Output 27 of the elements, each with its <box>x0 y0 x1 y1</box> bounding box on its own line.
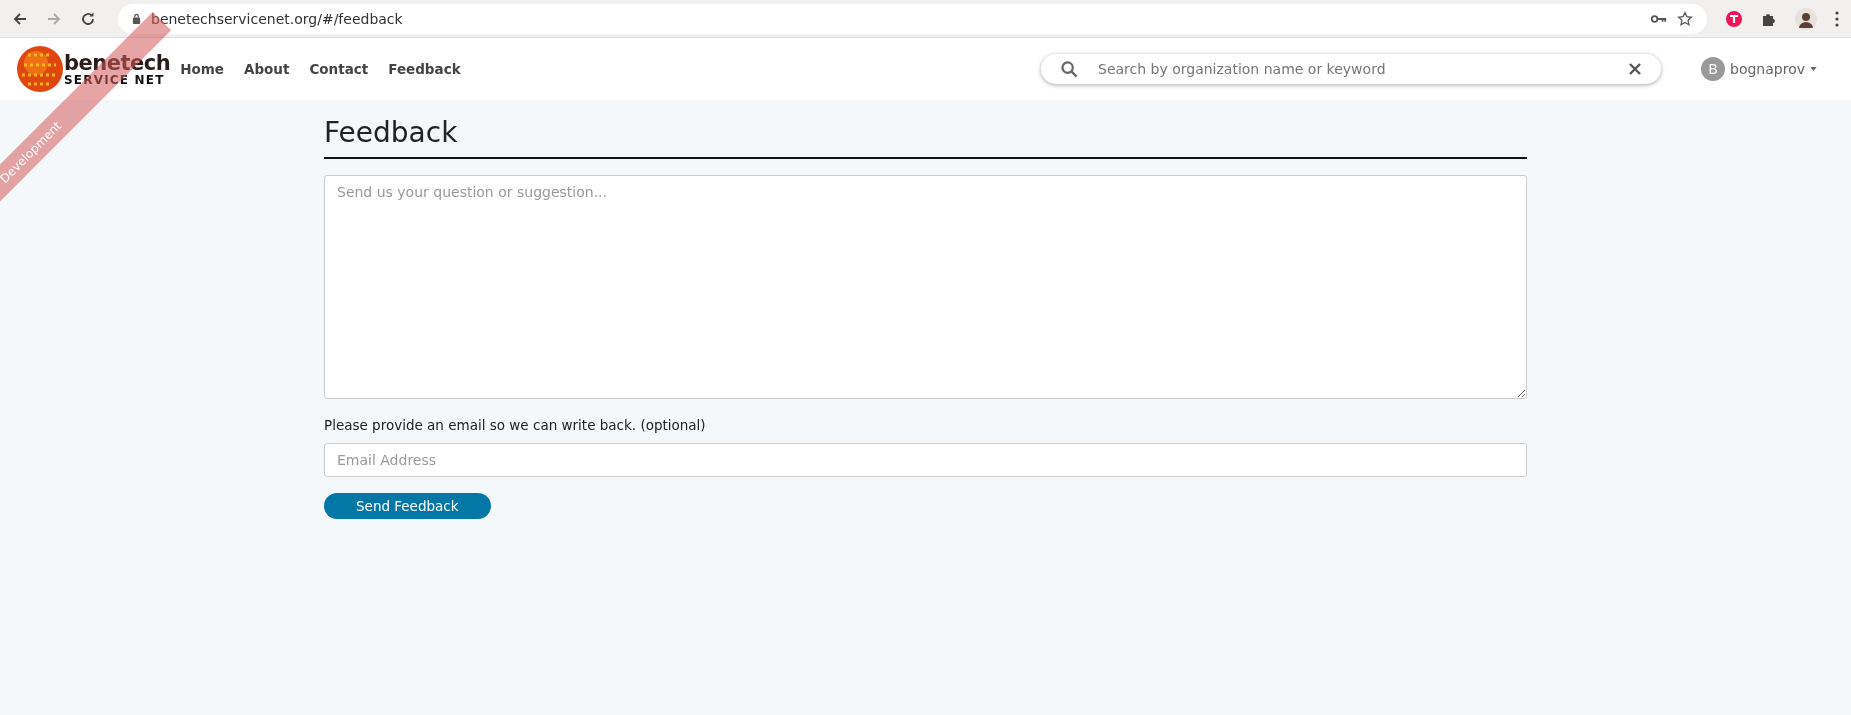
globe-logo-icon <box>16 45 64 93</box>
profile-avatar-icon[interactable] <box>1795 7 1817 30</box>
clear-icon[interactable] <box>1629 63 1641 75</box>
search-field[interactable]: Search by organization name or keyword <box>1096 60 1611 78</box>
logo-name: benetech <box>64 52 171 74</box>
back-icon[interactable] <box>12 10 28 27</box>
nav-link[interactable]: Contact <box>309 61 369 77</box>
logo-subtitle: SERVICE NET <box>64 73 166 86</box>
star-icon[interactable] <box>1677 10 1693 27</box>
user-avatar: B <box>1701 57 1725 81</box>
email-field[interactable]: Email Address <box>324 443 1527 477</box>
message-field[interactable]: Send us your question or suggestion... <box>324 175 1527 399</box>
email-label: Please provide an email so we can write back. (optional) <box>324 417 706 433</box>
search-icon <box>1061 60 1078 78</box>
nav-link[interactable]: Home <box>180 61 224 77</box>
nav-link[interactable]: About <box>243 61 290 77</box>
page-title: Feedback <box>324 116 1527 159</box>
menu-icon[interactable] <box>1835 10 1839 27</box>
reload-icon[interactable] <box>80 10 96 27</box>
send-feedback-button[interactable]: Send Feedback <box>324 493 491 519</box>
key-icon[interactable] <box>1651 13 1667 24</box>
user-menu[interactable]: B bognaprov <box>1701 57 1817 81</box>
extension-icon[interactable] <box>1725 9 1743 28</box>
address-bar[interactable]: benetechservicenet.org/#/feedback <box>118 3 1707 34</box>
caret-icon <box>1810 67 1817 71</box>
lock-icon <box>132 13 141 24</box>
nav-link[interactable]: Feedback <box>388 61 461 77</box>
